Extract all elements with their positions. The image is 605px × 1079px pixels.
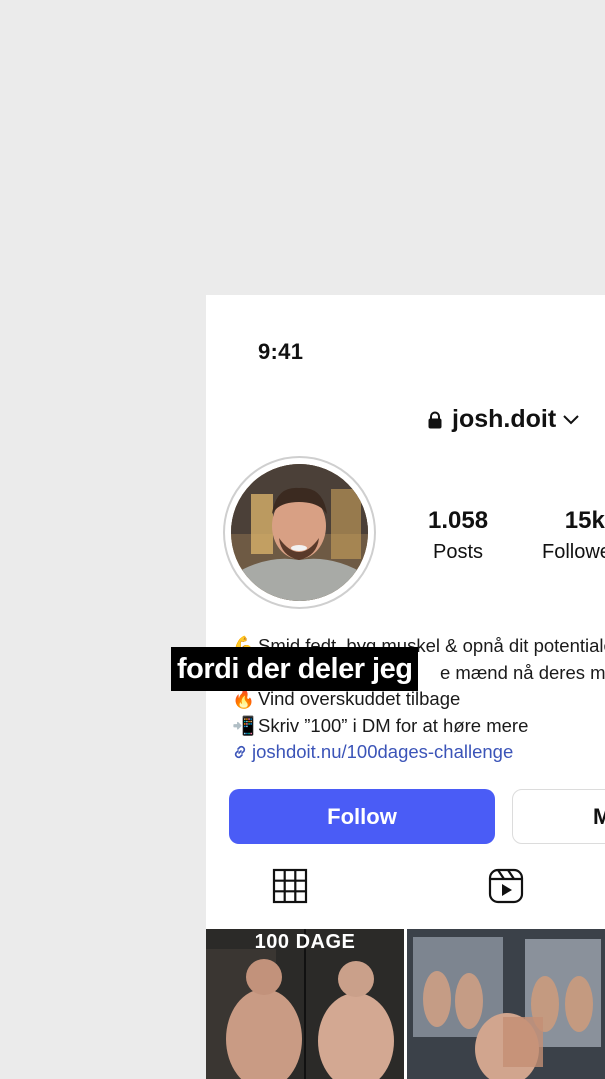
followers-count: 15k [564, 507, 605, 534]
profile-username: josh.doit [452, 405, 557, 433]
status-time: 9:41 [258, 339, 304, 364]
lock-icon [428, 411, 442, 428]
message-button[interactable]: Message [512, 789, 605, 844]
username-switcher[interactable]: josh.doit [428, 405, 580, 434]
bio-line: 📲 Skriv ”100” i DM for at høre mere [232, 713, 605, 740]
follow-button[interactable]: Follow [229, 789, 495, 844]
stat-posts[interactable]: 1.058 Posts [428, 507, 488, 564]
post-thumbnail[interactable] [407, 929, 605, 1079]
bio-link[interactable]: joshdoit.nu/100dages-challenge [252, 739, 513, 766]
posts-label: Posts [433, 541, 484, 563]
stat-followers[interactable]: 15k Followers [542, 507, 605, 564]
post-thumbnail[interactable]: 100 DAGE [206, 929, 404, 1079]
link-icon [234, 746, 246, 759]
avatar-photo [231, 464, 368, 601]
profile-avatar[interactable] [223, 456, 376, 609]
reels-icon[interactable] [488, 868, 524, 904]
bio-text: Skriv ”100” i DM for at høre mere [258, 714, 529, 736]
followers-label: Followers [542, 541, 605, 563]
posts-count: 1.058 [428, 507, 489, 534]
post-title: 100 DAGE [254, 931, 356, 953]
bio-link-row[interactable]: joshdoit.nu/100dages-challenge [232, 739, 605, 766]
video-caption-overlay: fordi der deler jeg [171, 647, 419, 691]
bio-text: e mænd nå deres mål [440, 661, 605, 683]
chevron-down-icon [563, 414, 579, 424]
mobile-arrow-emoji: 📲 [232, 714, 256, 736]
grid-icon[interactable] [272, 868, 308, 904]
